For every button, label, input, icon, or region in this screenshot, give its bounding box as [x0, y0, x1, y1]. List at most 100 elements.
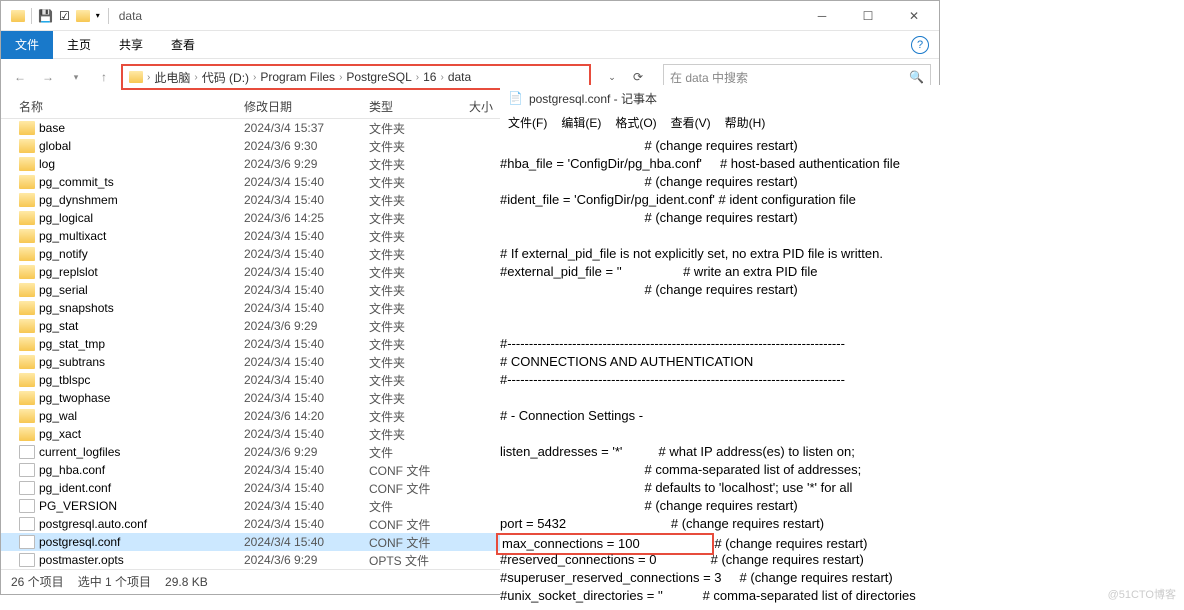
open-icon[interactable] [76, 10, 90, 22]
file-type: 文件 [369, 444, 469, 461]
dropdown-icon[interactable]: ▾ [96, 11, 100, 20]
file-date: 2024/3/4 15:40 [244, 463, 369, 477]
menu-format[interactable]: 格式(O) [615, 114, 656, 131]
file-type: 文件夹 [369, 246, 469, 263]
file-icon [19, 517, 35, 531]
folder-icon [19, 427, 35, 441]
status-selected: 选中 1 个项目 [78, 573, 151, 590]
file-name: pg_stat_tmp [39, 337, 244, 351]
file-date: 2024/3/4 15:40 [244, 337, 369, 351]
file-name: pg_wal [39, 409, 244, 423]
file-date: 2024/3/4 15:37 [244, 121, 369, 135]
file-name: postgresql.conf [39, 535, 244, 549]
file-name: pg_notify [39, 247, 244, 261]
file-name: pg_replslot [39, 265, 244, 279]
file-date: 2024/3/4 15:40 [244, 481, 369, 495]
file-date: 2024/3/4 15:40 [244, 193, 369, 207]
col-name[interactable]: 名称 [19, 98, 244, 115]
file-type: 文件夹 [369, 372, 469, 389]
file-name: pg_subtrans [39, 355, 244, 369]
maximize-button[interactable]: ☐ [845, 1, 891, 31]
file-name: PG_VERSION [39, 499, 244, 513]
titlebar: 💾 ☑ ▾ data ─ ☐ ✕ [1, 1, 939, 31]
file-icon [19, 535, 35, 549]
file-name: pg_tblspc [39, 373, 244, 387]
minimize-button[interactable]: ─ [799, 1, 845, 31]
file-date: 2024/3/6 9:29 [244, 553, 369, 567]
back-button[interactable]: ← [9, 66, 31, 88]
file-type: 文件夹 [369, 174, 469, 191]
file-date: 2024/3/6 9:29 [244, 157, 369, 171]
folder-icon [19, 139, 35, 153]
file-date: 2024/3/4 15:40 [244, 247, 369, 261]
file-date: 2024/3/4 15:40 [244, 283, 369, 297]
file-icon [19, 553, 35, 567]
file-name: pg_dynshmem [39, 193, 244, 207]
col-type[interactable]: 类型 [369, 98, 469, 115]
file-type: 文件夹 [369, 354, 469, 371]
file-icon [19, 445, 35, 459]
file-name: pg_hba.conf [39, 463, 244, 477]
folder-icon [11, 10, 25, 22]
file-date: 2024/3/6 14:20 [244, 409, 369, 423]
file-type: CONF 文件 [369, 480, 469, 497]
file-name: pg_twophase [39, 391, 244, 405]
file-type: 文件夹 [369, 408, 469, 425]
file-type: CONF 文件 [369, 534, 469, 551]
file-date: 2024/3/4 15:40 [244, 175, 369, 189]
file-date: 2024/3/4 15:40 [244, 499, 369, 513]
up-button[interactable]: ↑ [93, 66, 115, 88]
tab-view[interactable]: 查看 [157, 31, 209, 59]
folder-icon [19, 265, 35, 279]
folder-icon [19, 355, 35, 369]
notepad-titlebar: 📄 postgresql.conf - 记事本 [500, 85, 1184, 111]
file-icon [19, 481, 35, 495]
file-type: 文件夹 [369, 426, 469, 443]
status-count: 26 个项目 [11, 573, 64, 590]
status-size: 29.8 KB [165, 575, 208, 589]
file-type: CONF 文件 [369, 516, 469, 533]
tab-home[interactable]: 主页 [53, 31, 105, 59]
file-date: 2024/3/4 15:40 [244, 427, 369, 441]
close-button[interactable]: ✕ [891, 1, 937, 31]
window-title: data [119, 9, 142, 23]
file-name: pg_ident.conf [39, 481, 244, 495]
tab-file[interactable]: 文件 [1, 31, 53, 59]
notepad-window: 📄 postgresql.conf - 记事本 文件(F) 编辑(E) 格式(O… [500, 85, 1184, 605]
folder-icon [19, 157, 35, 171]
file-name: base [39, 121, 244, 135]
folder-icon [19, 373, 35, 387]
file-type: 文件 [369, 498, 469, 515]
file-date: 2024/3/4 15:40 [244, 391, 369, 405]
tab-share[interactable]: 共享 [105, 31, 157, 59]
file-date: 2024/3/4 15:40 [244, 265, 369, 279]
file-type: 文件夹 [369, 138, 469, 155]
file-name: pg_stat [39, 319, 244, 333]
menu-view[interactable]: 查看(V) [671, 114, 711, 131]
col-date[interactable]: 修改日期 [244, 98, 369, 115]
file-name: pg_serial [39, 283, 244, 297]
file-type: 文件夹 [369, 318, 469, 335]
notepad-icon: 📄 [508, 91, 523, 105]
file-type: 文件夹 [369, 156, 469, 173]
file-date: 2024/3/6 9:29 [244, 445, 369, 459]
menu-edit[interactable]: 编辑(E) [561, 114, 601, 131]
notepad-content[interactable]: # (change requires restart)#hba_file = '… [500, 133, 1184, 605]
menu-help[interactable]: 帮助(H) [725, 114, 766, 131]
folder-icon [19, 319, 35, 333]
file-type: OPTS 文件 [369, 552, 469, 569]
folder-icon [129, 71, 143, 83]
checkbox-icon[interactable]: ☑ [59, 9, 70, 23]
help-button[interactable]: ? [911, 36, 929, 54]
menu-file[interactable]: 文件(F) [508, 114, 547, 131]
recent-dropdown[interactable]: ▾ [65, 66, 87, 88]
file-date: 2024/3/6 14:25 [244, 211, 369, 225]
forward-button[interactable]: → [37, 66, 59, 88]
file-name: postmaster.opts [39, 553, 244, 567]
file-type: 文件夹 [369, 390, 469, 407]
folder-icon [19, 211, 35, 225]
file-name: pg_logical [39, 211, 244, 225]
folder-icon [19, 283, 35, 297]
save-icon[interactable]: 💾 [38, 9, 53, 23]
file-type: 文件夹 [369, 264, 469, 281]
